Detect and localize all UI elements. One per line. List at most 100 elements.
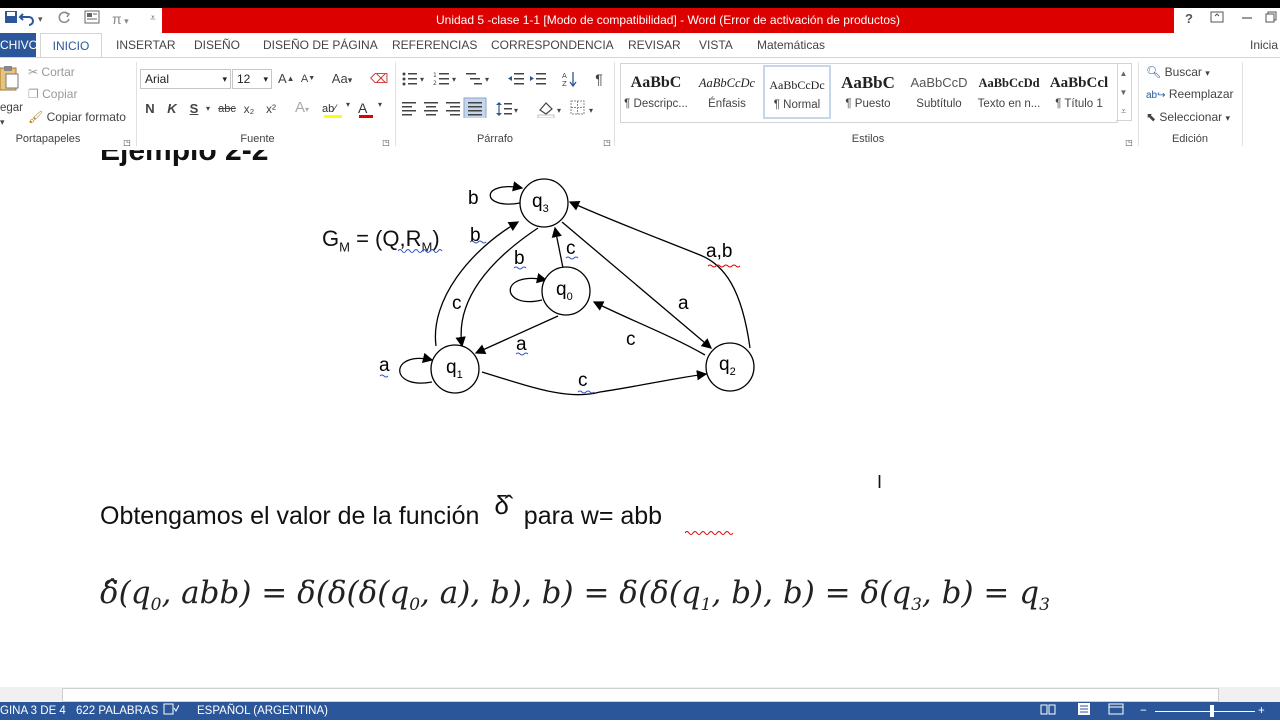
increase-indent-icon[interactable] bbox=[530, 73, 546, 85]
change-case-button[interactable]: Aa▾ bbox=[328, 70, 356, 89]
q1-self-loop bbox=[399, 352, 434, 384]
group-divider bbox=[136, 62, 137, 146]
label-q3-to-q2: a bbox=[678, 293, 689, 314]
help-icon[interactable]: ? bbox=[1178, 10, 1200, 28]
cursor-icon: ⬉ bbox=[1146, 110, 1157, 124]
format-painter-button[interactable]: 🖌 Copiar formato bbox=[28, 109, 126, 125]
equation-pi-icon[interactable]: π ▾ bbox=[112, 10, 129, 28]
ribbon-display-icon[interactable] bbox=[1206, 10, 1228, 28]
style-normal[interactable]: AaBbCcDc ¶ Normal bbox=[763, 65, 831, 119]
svg-text:▾: ▾ bbox=[514, 106, 518, 115]
font-color-button[interactable]: A ▾ bbox=[358, 99, 388, 119]
minimize-icon[interactable] bbox=[1236, 10, 1258, 28]
styles-up-icon[interactable]: ▲ bbox=[1116, 64, 1131, 83]
tab-diseno[interactable]: DISEÑO bbox=[194, 33, 240, 57]
tab-matematicas[interactable]: Matemáticas bbox=[757, 33, 825, 57]
bullets-icon[interactable]: ▾ bbox=[402, 72, 425, 86]
align-left-icon[interactable] bbox=[402, 102, 416, 116]
highlight-button[interactable]: ab⁄ ▾ bbox=[322, 99, 354, 119]
style-enfasis[interactable]: AaBbCcDc Énfasis bbox=[692, 64, 762, 120]
restore-icon[interactable] bbox=[1260, 10, 1280, 28]
document-page[interactable]: Ejemplo 2-2 GM = (Q,RM) q3 q0 q1 q2 b b … bbox=[0, 150, 1280, 687]
redo-icon[interactable] bbox=[57, 10, 71, 28]
group-divider bbox=[395, 62, 396, 146]
numbering-icon[interactable]: 1 2 ▾ bbox=[433, 72, 456, 87]
strikethrough-button[interactable]: abc bbox=[216, 100, 238, 118]
horizontal-scroll-thumb[interactable] bbox=[62, 688, 1219, 702]
language-indicator[interactable]: ESPAÑOL (ARGENTINA) bbox=[197, 702, 328, 720]
italic-button[interactable]: K bbox=[165, 100, 179, 118]
align-right-icon[interactable] bbox=[446, 102, 460, 116]
bold-button[interactable]: N bbox=[143, 100, 157, 118]
style-preview: AaBbCcDc bbox=[769, 78, 825, 92]
tab-insertar[interactable]: INSERTAR bbox=[116, 33, 176, 57]
scissors-icon: ✂ bbox=[28, 65, 39, 79]
copy-icon: ❐ bbox=[28, 87, 39, 101]
tab-revisar[interactable]: REVISAR bbox=[628, 33, 681, 57]
select-button[interactable]: ⬉ Seleccionar ▾ bbox=[1146, 109, 1230, 126]
align-center-icon[interactable] bbox=[424, 102, 438, 116]
zoom-out-icon[interactable]: − bbox=[1140, 702, 1147, 720]
copy-button[interactable]: ❐ Copiar bbox=[28, 86, 77, 102]
form-icon[interactable] bbox=[84, 10, 100, 28]
proofing-icon[interactable] bbox=[163, 702, 180, 720]
tab-referencias[interactable]: REFERENCIAS bbox=[392, 33, 477, 57]
line-spacing-icon[interactable]: ▾ bbox=[496, 102, 518, 116]
styles-group-label: Estilos bbox=[851, 133, 885, 145]
tab-vista[interactable]: VISTA bbox=[699, 33, 733, 57]
window-top-edge bbox=[0, 0, 1280, 8]
subscript-button[interactable]: x₂ bbox=[240, 100, 258, 118]
find-button[interactable]: 🔍︎ Buscar ▾ bbox=[1146, 64, 1210, 81]
customize-toolbar-icon[interactable]: ⩡ bbox=[150, 10, 156, 28]
show-marks-button[interactable]: ¶ bbox=[592, 70, 606, 88]
label-q1-to-q2: c bbox=[578, 370, 588, 391]
borders-icon[interactable]: ▾ bbox=[570, 100, 593, 115]
styles-more-icon[interactable]: ⩡ bbox=[1116, 102, 1131, 120]
undo-icon[interactable] bbox=[18, 10, 36, 28]
signin-link[interactable]: Inicia bbox=[1250, 33, 1278, 57]
styles-down-icon[interactable]: ▼ bbox=[1116, 83, 1131, 102]
word-count[interactable]: 622 PALABRAS bbox=[76, 702, 158, 720]
grow-font-icon[interactable]: A▲ bbox=[278, 70, 295, 88]
multilevel-list-icon[interactable]: ▾ bbox=[466, 73, 489, 85]
tab-inicio[interactable]: INICIO bbox=[40, 33, 102, 57]
zoom-in-icon[interactable]: + bbox=[1258, 702, 1265, 720]
underline-button[interactable]: S bbox=[187, 100, 201, 118]
replace-button[interactable]: ab↪ Reemplazar bbox=[1146, 86, 1234, 104]
justify-icon[interactable] bbox=[463, 97, 487, 118]
paste-icon[interactable] bbox=[0, 64, 20, 104]
edge-q1-q2 bbox=[481, 370, 708, 396]
undo-dropdown-icon[interactable]: ▾ bbox=[38, 10, 43, 28]
zoom-slider-track[interactable] bbox=[1155, 711, 1255, 712]
read-mode-icon[interactable] bbox=[1040, 702, 1056, 720]
style-puesto[interactable]: AaBbC ¶ Puesto bbox=[833, 64, 903, 120]
text-effects-icon[interactable]: A▾ bbox=[292, 99, 312, 119]
copy-label: Copiar bbox=[42, 87, 78, 101]
paste-dropdown-icon[interactable]: ▾ bbox=[0, 114, 5, 130]
clear-format-icon[interactable]: ⌫ bbox=[370, 70, 388, 88]
tab-archivo[interactable]: CHIVO bbox=[0, 33, 38, 57]
shrink-font-icon[interactable]: A▼ bbox=[300, 70, 316, 88]
save-icon[interactable] bbox=[4, 10, 18, 28]
shading-icon[interactable]: ▾ bbox=[537, 102, 561, 118]
web-layout-icon[interactable] bbox=[1108, 702, 1124, 720]
style-subtitulo[interactable]: AaBbCcD Subtítulo bbox=[904, 64, 974, 120]
style-descripcion[interactable]: AaBbC ¶ Descripc... bbox=[621, 64, 691, 120]
font-name-box[interactable]: Arial ▾ bbox=[140, 69, 231, 89]
sentence-after: para w= abb bbox=[523, 502, 663, 530]
cut-button[interactable]: ✂ Cortar bbox=[28, 64, 75, 80]
sort-icon[interactable]: A Z bbox=[562, 72, 577, 88]
print-layout-icon[interactable] bbox=[1076, 702, 1092, 720]
zoom-slider-thumb[interactable] bbox=[1210, 705, 1214, 717]
page-count[interactable]: GINA 3 DE 4 bbox=[0, 702, 66, 720]
tab-correspondencia[interactable]: CORRESPONDENCIA bbox=[491, 33, 614, 57]
font-size-box[interactable]: 12 ▾ bbox=[232, 69, 272, 89]
underline-dropdown-icon[interactable]: ▾ bbox=[203, 100, 213, 118]
superscript-button[interactable]: x² bbox=[262, 100, 280, 118]
style-texto-en-negrita[interactable]: AaBbCcDd Texto en n... bbox=[974, 64, 1044, 120]
state-q3-label: q3 bbox=[532, 191, 549, 215]
label-q2-to-q3: a,b bbox=[706, 241, 733, 262]
decrease-indent-icon[interactable] bbox=[508, 73, 524, 85]
style-titulo-1[interactable]: AaBbCcl ¶ Título 1 bbox=[1044, 64, 1114, 120]
tab-diseno-de-pagina[interactable]: DISEÑO DE PÁGINA bbox=[263, 33, 378, 57]
